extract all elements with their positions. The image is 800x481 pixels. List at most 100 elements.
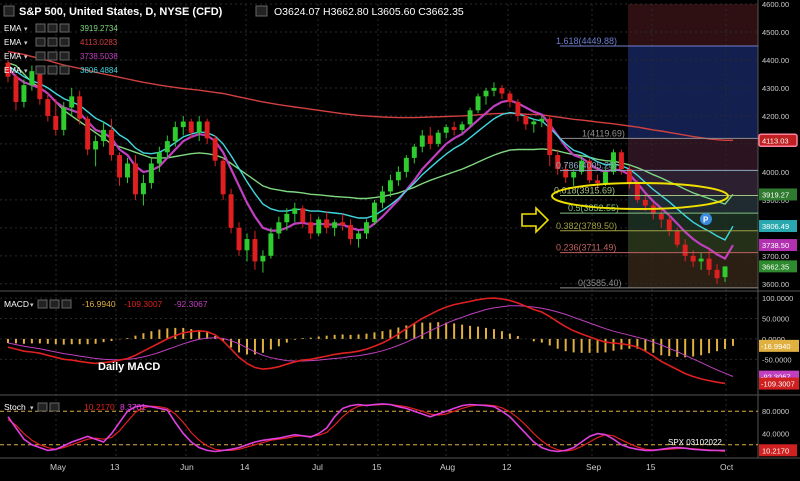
candle-body: [627, 169, 632, 183]
fib-zone: [628, 231, 758, 253]
ema-settings-icon[interactable]: [48, 66, 57, 74]
macd-badge-text: -109.3007: [761, 380, 795, 389]
candle-body: [141, 183, 146, 194]
ema-legend-label[interactable]: EMA: [4, 52, 22, 61]
macd-hide-icon[interactable]: [38, 300, 47, 308]
symbol-title[interactable]: S&P 500, United States, D, NYSE (CFD): [19, 6, 223, 18]
candle-body: [229, 194, 234, 228]
time-tick-label: Oct: [720, 462, 734, 472]
candle-body: [125, 163, 130, 177]
candle-body: [197, 122, 202, 133]
candle-body: [276, 222, 281, 233]
candle-body: [29, 71, 34, 85]
candle-body: [691, 256, 696, 262]
collapse-toggle-icon[interactable]: [4, 6, 14, 16]
candle-body: [476, 96, 481, 110]
candle-body: [85, 119, 90, 150]
time-tick-label: 14: [240, 462, 250, 472]
candle-body: [61, 108, 66, 130]
macd-close-icon[interactable]: [62, 300, 71, 308]
ema-close-icon[interactable]: [60, 24, 69, 32]
fib-level-label: 1.618(4449.88): [556, 36, 617, 46]
candle-body: [109, 130, 114, 155]
candle-body: [715, 270, 720, 278]
ema-hide-icon[interactable]: [36, 52, 45, 60]
macd-tick-label: 50.0000: [762, 315, 789, 324]
candle-body: [173, 127, 178, 141]
candle-body: [149, 163, 154, 183]
candle-body: [675, 231, 680, 245]
candle-body: [723, 266, 728, 277]
trading-chart: 1.618(4449.88)1(4119.69)0.786(4005.28)0.…: [0, 0, 800, 476]
candle-body: [252, 239, 257, 261]
macd-badge-text: -16.9940: [761, 342, 791, 351]
macd-settings-icon[interactable]: [50, 300, 59, 308]
price-badge: 3662.35: [759, 260, 797, 272]
candle-body: [77, 96, 82, 118]
candle-body: [101, 130, 106, 141]
ema-hide-icon[interactable]: [36, 66, 45, 74]
candle-body: [260, 256, 265, 262]
ema-close-icon[interactable]: [60, 52, 69, 60]
stoch-hide-icon[interactable]: [38, 403, 47, 411]
candle-body: [37, 71, 42, 99]
ema-legend-row: EMA▾4113.0283: [4, 38, 118, 47]
ema-dropdown-icon[interactable]: ▾: [24, 26, 28, 33]
macd-label[interactable]: MACD: [4, 299, 29, 309]
macd-histogram-value: -16.9940: [82, 299, 116, 309]
price-tick-label: 4300.00: [762, 84, 789, 93]
ema-dropdown-icon[interactable]: ▾: [24, 40, 28, 47]
fib-level-label: 0.382(3789.50): [556, 221, 617, 231]
fib-level-label: 1(4119.69): [582, 128, 625, 138]
price-badge-text: 3806.49: [762, 222, 789, 231]
ema-settings-icon[interactable]: [48, 24, 57, 32]
candle-body: [364, 222, 369, 233]
ema-legend-label[interactable]: EMA: [4, 38, 22, 47]
ema-close-icon[interactable]: [60, 38, 69, 46]
ema-dropdown-icon[interactable]: ▾: [24, 54, 28, 61]
price-tick-label: 4500.00: [762, 28, 789, 37]
time-tick-label: Jun: [180, 462, 194, 472]
time-tick-label: Jul: [312, 462, 323, 472]
stoch-close-icon[interactable]: [50, 403, 59, 411]
candle-body: [667, 219, 672, 230]
candle-body: [268, 233, 273, 255]
ema-legend-row: EMA▾3919.2734: [4, 24, 118, 33]
candle-body: [13, 77, 18, 102]
time-tick-label: May: [50, 462, 67, 472]
macd-note: Daily MACD: [98, 361, 160, 373]
price-badge: 3919.27: [759, 188, 797, 200]
fib-zone-top: [628, 4, 758, 46]
candle-body: [292, 208, 297, 214]
price-tick-label: 3700.00: [762, 252, 789, 261]
macd-dropdown-icon[interactable]: ▾: [30, 302, 34, 309]
fib-level-label: 0.236(3711.49): [556, 243, 616, 253]
candle-body: [659, 214, 664, 220]
ema-hide-icon[interactable]: [36, 24, 45, 32]
candle-body: [165, 141, 170, 152]
candle-body: [21, 85, 26, 102]
price-badge-text: 3662.35: [762, 262, 789, 271]
candle-body: [69, 96, 74, 107]
ema-settings-icon[interactable]: [48, 52, 57, 60]
price-tick-label: 4000.00: [762, 168, 789, 177]
stoch-badge: 10.2170: [759, 444, 797, 456]
candle-body: [316, 219, 321, 233]
fib-zone: [628, 46, 758, 138]
ema-legend-label[interactable]: EMA: [4, 24, 22, 33]
candle-body: [300, 208, 305, 222]
ema-hide-icon[interactable]: [36, 38, 45, 46]
candle-body: [452, 127, 457, 130]
candle-body: [133, 163, 138, 194]
stoch-dropdown-icon[interactable]: ▾: [30, 405, 34, 412]
candle-body: [595, 180, 600, 183]
ema-settings-icon[interactable]: [48, 38, 57, 46]
candle-body: [340, 222, 345, 225]
ema-legend-row: EMA▾3806.4884: [4, 66, 118, 75]
ema-dropdown-icon[interactable]: ▾: [24, 68, 28, 75]
stoch-label[interactable]: Stoch: [4, 402, 26, 412]
ema-legend-label[interactable]: EMA: [4, 66, 22, 75]
ema-close-icon[interactable]: [60, 66, 69, 74]
candle-body: [237, 228, 242, 250]
settings-toggle-icon[interactable]: [256, 6, 267, 16]
